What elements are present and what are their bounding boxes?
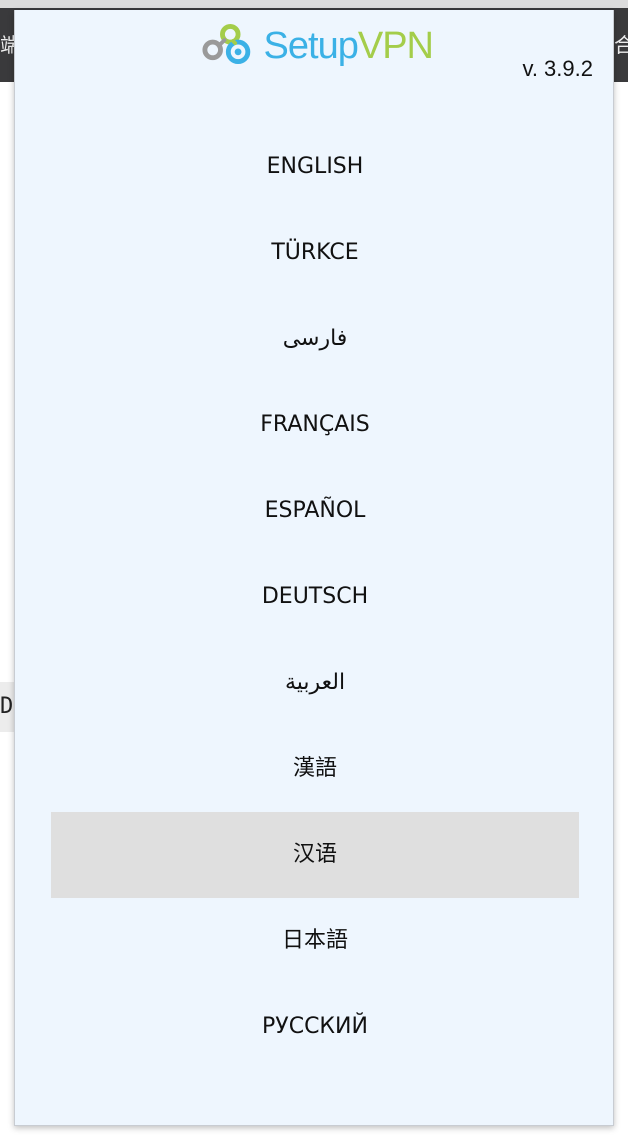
language-option-french[interactable]: FRANÇAIS (51, 382, 579, 468)
setupvpn-logo: SetupVPN (201, 20, 434, 72)
background-text-fragment-right: 合 (614, 33, 628, 57)
language-option-spanish[interactable]: ESPAÑOL (51, 468, 579, 554)
language-option-russian[interactable]: РУССКИЙ (51, 984, 579, 1070)
language-option-arabic[interactable]: العربية (51, 640, 579, 726)
language-option-chinese-simplified[interactable]: 汉语 (51, 812, 579, 898)
setupvpn-logo-icon (202, 24, 251, 65)
browser-tabstrip-background (0, 0, 628, 8)
language-option-persian[interactable]: فارسی (51, 296, 579, 382)
language-option-chinese-traditional[interactable]: 漢語 (51, 726, 579, 812)
language-option-turkish[interactable]: TÜRKCE (51, 210, 579, 296)
language-list: ENGLISH TÜRKCE فارسی FRANÇAIS ESPAÑOL DE… (51, 124, 579, 1070)
language-option-german[interactable]: DEUTSCH (51, 554, 579, 640)
version-label: v. 3.9.2 (522, 56, 593, 81)
extension-popup: SetupVPN v. 3.9.2 ENGLISH TÜRKCE فارسی F… (14, 10, 614, 1126)
background-text-fragment-left: 端 (0, 33, 14, 57)
language-option-japanese[interactable]: 日本語 (51, 898, 579, 984)
logo-wordmark-vpn: VPN (357, 25, 434, 67)
background-tab-fragment: D (0, 682, 14, 732)
logo-wordmark-setup: Setup (263, 25, 359, 67)
logo-wordmark: SetupVPN (263, 20, 434, 72)
language-option-english[interactable]: ENGLISH (51, 124, 579, 210)
